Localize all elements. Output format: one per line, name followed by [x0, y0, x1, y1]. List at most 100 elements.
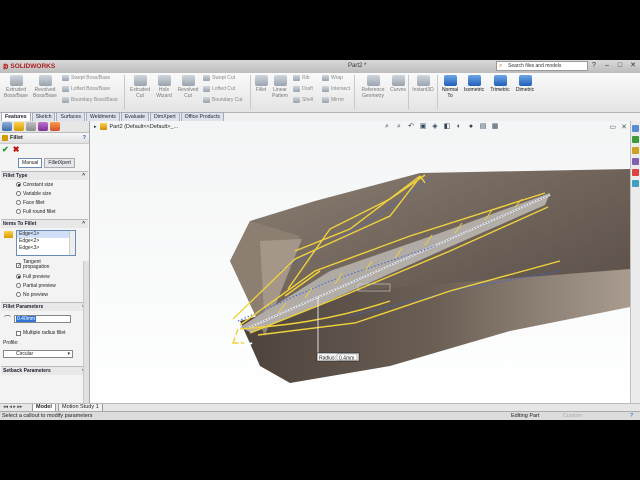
profile-label: Profile:	[3, 340, 19, 346]
maximize-button[interactable]: □	[615, 61, 625, 71]
panel-title: Fillet	[10, 135, 23, 141]
tab-features[interactable]: Features	[1, 112, 31, 121]
solidworks-logo[interactable]: ↁ SOLIDWORKS	[3, 62, 55, 71]
items-to-fillet-heading[interactable]: Items To Fillet ^	[1, 220, 88, 228]
hole-wizard-button[interactable]: Hole Wizard	[152, 75, 176, 99]
tab-weldments[interactable]: Weldments	[85, 112, 120, 121]
normal-to-button[interactable]: Normal To	[439, 75, 461, 99]
tangent-propagation-checkbox[interactable]: ✓ Tangent propagation	[1, 260, 88, 270]
radio-face-fillet[interactable]: Face fillet	[1, 198, 88, 207]
dimxpert-manager-tab-icon[interactable]	[38, 122, 48, 131]
fillet-type-heading[interactable]: Fillet Type ^	[1, 172, 88, 180]
setback-parameters-heading[interactable]: Setback Parametersv	[1, 367, 88, 375]
status-units[interactable]: Custom	[563, 412, 582, 420]
graphics-area[interactable]: ▸ Part2 (Default<<Default>_... ⌕ ⌕ ↶ ▣ ◈…	[90, 121, 630, 407]
instant3d-icon	[416, 75, 430, 86]
swept-boss-icon	[62, 75, 69, 81]
custom-properties-icon[interactable]	[632, 180, 639, 187]
edge-selection-list[interactable]: Edge<1> Edge<2> Edge<3>	[16, 230, 76, 256]
tab-sketch[interactable]: Sketch	[31, 112, 56, 121]
radio-variable-size[interactable]: Variable size	[1, 189, 88, 198]
boundary-cut-button[interactable]: Boundary Cut	[203, 97, 243, 103]
extruded-cut-button[interactable]: Extruded Cut	[127, 75, 153, 99]
list-item[interactable]: Edge<3>	[17, 245, 75, 252]
tab-office-products[interactable]: Office Products	[180, 112, 225, 121]
linear-pattern-button[interactable]: Linear Pattern	[269, 75, 291, 99]
design-library-icon[interactable]	[632, 136, 639, 143]
minimize-button[interactable]: –	[602, 61, 612, 71]
property-manager-tab-icon[interactable]	[14, 122, 24, 131]
wrap-button[interactable]: Wrap	[322, 75, 343, 81]
view-palette-icon[interactable]	[632, 158, 639, 165]
help-icon[interactable]: ?	[589, 61, 599, 71]
fillet-type-group: Fillet Type ^ Constant size Variable size…	[1, 171, 88, 216]
instant3d-button[interactable]: Instant3D	[410, 75, 436, 93]
toolbar-separator	[408, 75, 409, 109]
isometric-button[interactable]: Isometric	[461, 75, 487, 93]
edge-selection-icon	[4, 231, 13, 238]
search-placeholder: Search files and models	[508, 63, 562, 69]
radio-full-round-fillet[interactable]: Full round fillet	[1, 207, 88, 216]
radio-partial-preview[interactable]: Partial preview	[1, 281, 88, 290]
lofted-boss-icon	[62, 86, 69, 92]
tab-scroll-icons[interactable]: ◂◂ ◂ ▸ ▸▸	[3, 404, 22, 410]
tab-manual[interactable]: Manual	[18, 158, 43, 168]
dimetric-button[interactable]: Dimetric	[513, 75, 537, 93]
boundary-boss-icon	[62, 97, 69, 103]
swept-cut-button[interactable]: Swept Cut	[203, 75, 235, 81]
toolbar-separator	[437, 75, 438, 109]
extruded-boss-button[interactable]: Extruded Boss/Base	[2, 75, 30, 99]
tab-dimxpert[interactable]: DimXpert	[150, 112, 180, 121]
mirror-icon	[322, 97, 329, 103]
checkbox-icon	[16, 330, 21, 336]
lofted-cut-button[interactable]: Lofted Cut	[203, 86, 235, 92]
appearances-icon[interactable]	[632, 169, 639, 176]
radius-input[interactable]: 0.40mm	[14, 315, 71, 323]
shell-button[interactable]: Shell	[293, 97, 313, 103]
boundary-boss-button[interactable]: Boundary Boss/Base	[62, 97, 118, 103]
radio-icon	[16, 209, 21, 214]
status-help-icon[interactable]: ?	[630, 412, 633, 420]
intersect-button[interactable]: Intersect	[322, 86, 350, 92]
draft-button[interactable]: Draft	[293, 86, 313, 92]
file-explorer-icon[interactable]	[632, 147, 639, 154]
radio-constant-size[interactable]: Constant size	[1, 180, 88, 189]
panel-scrollbar[interactable]	[83, 261, 89, 407]
solidworks-resources-icon[interactable]	[632, 125, 639, 132]
feature-tree-tab-icon[interactable]	[2, 122, 12, 131]
cancel-button[interactable]: ✖	[13, 145, 20, 154]
tab-evaluate[interactable]: Evaluate	[120, 112, 150, 121]
help-icon[interactable]: ?	[83, 133, 86, 143]
radio-no-preview[interactable]: No preview	[1, 290, 88, 299]
ok-button[interactable]: ✔	[2, 145, 9, 154]
trimetric-button[interactable]: Trimetric	[487, 75, 513, 93]
close-button[interactable]: ✕	[628, 61, 638, 71]
revolved-boss-button[interactable]: Revolved Boss/Base	[31, 75, 59, 99]
swept-boss-button[interactable]: Swept Boss/Base	[62, 75, 110, 81]
radius-callout[interactable]: Radius: 0.4mm	[316, 352, 360, 362]
radio-icon	[16, 292, 21, 297]
search-icon: ⌕	[499, 63, 503, 69]
title-bar: ↁ SOLIDWORKS Part2 * ⌕ Search files and …	[0, 60, 640, 73]
search-input[interactable]: ⌕ Search files and models	[496, 61, 588, 71]
list-scrollbar[interactable]	[69, 231, 75, 255]
rib-button[interactable]: Rib	[293, 75, 310, 81]
lofted-boss-button[interactable]: Lofted Boss/Base	[62, 86, 110, 92]
revolved-cut-button[interactable]: Revolved Cut	[175, 75, 201, 99]
tab-surfaces[interactable]: Surfaces	[56, 112, 85, 121]
list-item[interactable]: Edge<2>	[17, 238, 75, 245]
radio-full-preview[interactable]: Full preview	[1, 272, 88, 281]
tab-filletxpert[interactable]: FilletXpert	[44, 158, 75, 168]
mirror-button[interactable]: Mirror	[322, 97, 344, 103]
callout-label: Radius:	[319, 356, 336, 362]
display-manager-tab-icon[interactable]	[50, 122, 60, 131]
profile-select[interactable]: Circular	[3, 350, 73, 358]
reference-geometry-button[interactable]: Reference Geometry	[357, 75, 389, 99]
curves-button[interactable]: Curves	[388, 75, 408, 93]
configuration-manager-tab-icon[interactable]	[26, 122, 36, 131]
fillet-parameters-heading[interactable]: Fillet Parameters^	[1, 303, 88, 311]
radio-icon	[16, 200, 21, 205]
fillet-button[interactable]: Fillet	[252, 75, 270, 93]
list-item[interactable]: Edge<1>	[17, 231, 75, 238]
ds-logo-icon: ↁ	[3, 63, 9, 71]
